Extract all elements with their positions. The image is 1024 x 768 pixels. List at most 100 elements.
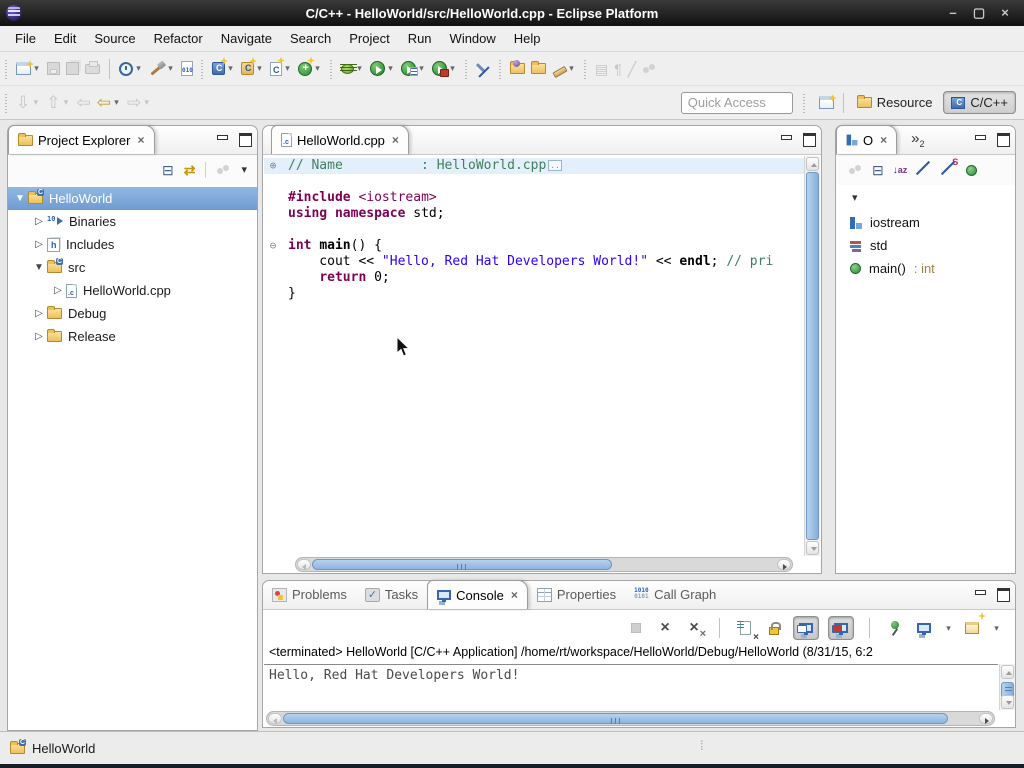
debug-config-button[interactable]: ▾	[116, 56, 146, 82]
scroll-down-button[interactable]	[1001, 695, 1014, 709]
forward-button[interactable]: ⇨▾	[124, 90, 154, 116]
open-element-button[interactable]	[528, 56, 549, 82]
tree-item-binaries[interactable]: ▷Binaries	[8, 210, 257, 233]
twistie-collapsed-icon[interactable]: ▷	[31, 239, 47, 250]
menu-run[interactable]: Run	[399, 27, 441, 50]
maximize-view-button[interactable]	[802, 132, 815, 143]
previous-annotation-button[interactable]: ⇧▾	[43, 90, 73, 116]
new-cpp-class-button[interactable]: ▾	[295, 56, 325, 82]
chevron-down-icon[interactable]: ▾	[313, 63, 322, 74]
outline-item-std[interactable]: std	[836, 234, 1015, 257]
show-console-stdout-button[interactable]	[793, 616, 819, 640]
new-c-project-button[interactable]: ▾	[209, 56, 238, 82]
tree-item-release[interactable]: ▷Release	[8, 325, 257, 348]
chevron-down-icon[interactable]: ▾	[386, 63, 395, 74]
chevron-down-icon[interactable]: ▾	[417, 63, 426, 74]
outline-item-main-[interactable]: main() : int	[836, 257, 1015, 280]
toolbar-drag-handle[interactable]	[3, 58, 10, 80]
view-menu-icon[interactable]: ▾	[852, 193, 858, 204]
maximize-view-button[interactable]	[996, 132, 1009, 143]
code-line-1[interactable]: ⊕// Name : HelloWorld.cpp..	[264, 158, 804, 174]
minimize-view-button[interactable]	[973, 132, 986, 143]
run-external-tools-button[interactable]: ▾	[398, 56, 429, 82]
pin-console-button[interactable]	[885, 618, 905, 638]
open-perspective-button[interactable]	[816, 90, 837, 116]
fold-collapsed-icon[interactable]: ⊕	[267, 160, 279, 172]
tab-problems[interactable]: Problems	[263, 580, 356, 609]
scroll-left-button[interactable]	[297, 559, 311, 570]
tree-item-src[interactable]: ▼src	[8, 256, 257, 279]
save-all-button[interactable]	[63, 56, 82, 82]
view-menu-icon[interactable]: ▾	[241, 165, 247, 176]
format-button[interactable]: ╱	[625, 56, 639, 82]
close-icon[interactable]: ×	[137, 133, 144, 147]
status-drag-handle[interactable]: ⁞	[700, 738, 705, 753]
menu-edit[interactable]: Edit	[45, 27, 85, 50]
menu-source[interactable]: Source	[85, 27, 144, 50]
tab-console[interactable]: Console×	[427, 580, 528, 609]
scroll-right-button[interactable]	[777, 559, 791, 570]
tree-item-debug[interactable]: ▷Debug	[8, 302, 257, 325]
code-line-6[interactable]: ⊖int main() {	[264, 238, 804, 254]
code-line-4[interactable]: using namespace std;	[264, 206, 804, 222]
import-button[interactable]	[507, 56, 528, 82]
chevron-down-icon[interactable]: ▾	[112, 97, 121, 108]
tree-item-helloworld[interactable]: ▼HelloWorld	[8, 187, 257, 210]
run-button[interactable]: ▾	[367, 56, 398, 82]
chevron-down-icon[interactable]: ▾	[567, 63, 576, 74]
scroll-up-button[interactable]	[1001, 665, 1014, 679]
show-whitespace-button[interactable]: ¶	[611, 56, 625, 82]
profile-button[interactable]: ▾	[429, 56, 460, 82]
chevron-down-icon[interactable]: ▾	[992, 623, 1001, 634]
editor-vertical-scrollbar[interactable]	[804, 156, 820, 556]
scrollbar-thumb[interactable]	[806, 172, 819, 540]
scroll-up-button[interactable]	[806, 157, 819, 171]
chevron-down-icon[interactable]: ▾	[62, 97, 71, 108]
menu-search[interactable]: Search	[281, 27, 340, 50]
perspective-cpp-button[interactable]: C/C++	[943, 91, 1016, 114]
menu-window[interactable]: Window	[441, 27, 505, 50]
chevron-down-icon[interactable]: ▾	[226, 63, 235, 74]
chevron-down-icon[interactable]: ▾	[134, 63, 143, 74]
chevron-down-icon[interactable]: ▾	[32, 63, 41, 74]
close-icon[interactable]: ×	[511, 588, 518, 602]
twistie-expanded-icon[interactable]: ▼	[31, 262, 47, 273]
close-icon[interactable]: ×	[880, 133, 887, 147]
new-c-file-button[interactable]: ▾	[267, 56, 295, 82]
toolbar-drag-handle[interactable]	[801, 92, 808, 114]
tree-item-includes[interactable]: ▷Includes	[8, 233, 257, 256]
new-c-source-folder-button[interactable]: ▾	[238, 56, 267, 82]
window-maximize-button[interactable]: ▢	[968, 4, 990, 22]
chevron-down-icon[interactable]: ▾	[255, 63, 264, 74]
open-console-button[interactable]	[962, 618, 982, 638]
console-horizontal-scrollbar[interactable]	[266, 711, 995, 726]
twistie-collapsed-icon[interactable]: ▷	[50, 285, 66, 296]
save-button[interactable]	[44, 56, 63, 82]
terminate-button[interactable]	[626, 618, 646, 638]
link-with-editor-icon[interactable]: ⇄	[184, 163, 196, 177]
scroll-right-button[interactable]	[979, 713, 993, 724]
chevron-down-icon[interactable]: ▾	[166, 63, 175, 74]
chevron-down-icon[interactable]: ▾	[448, 63, 457, 74]
collapse-all-icon[interactable]: ⊟	[872, 163, 884, 177]
show-console-stderr-button[interactable]	[828, 616, 854, 640]
tab-tasks[interactable]: Tasks	[356, 580, 427, 609]
tab-project-explorer[interactable]: Project Explorer ×	[8, 125, 155, 154]
toolbar-drag-handle[interactable]	[328, 58, 335, 80]
new-wizard-button[interactable]: ▾	[13, 56, 44, 82]
chevron-down-icon[interactable]: ▾	[944, 623, 953, 634]
sort-alphabetically-icon[interactable]: ↓az	[893, 165, 908, 176]
twistie-expanded-icon[interactable]: ▼	[12, 193, 28, 204]
code-line-2[interactable]	[264, 174, 804, 190]
window-minimize-button[interactable]: –	[942, 4, 964, 22]
back-button[interactable]: ⇦▾	[94, 90, 124, 116]
hide-non-public-icon[interactable]	[966, 165, 977, 176]
code-line-8[interactable]: return 0;	[264, 270, 804, 286]
remove-all-terminated-button[interactable]: ×	[684, 618, 704, 638]
toggle-mark-occurrences-button[interactable]	[473, 56, 494, 82]
chevron-down-icon[interactable]: ▾	[31, 97, 40, 108]
window-close-button[interactable]: ×	[994, 4, 1016, 22]
code-editor[interactable]: ⊕// Name : HelloWorld.cpp..#include <ios…	[264, 156, 820, 556]
scrollbar-thumb[interactable]	[312, 559, 612, 570]
hide-static-members-icon[interactable]	[941, 162, 957, 178]
